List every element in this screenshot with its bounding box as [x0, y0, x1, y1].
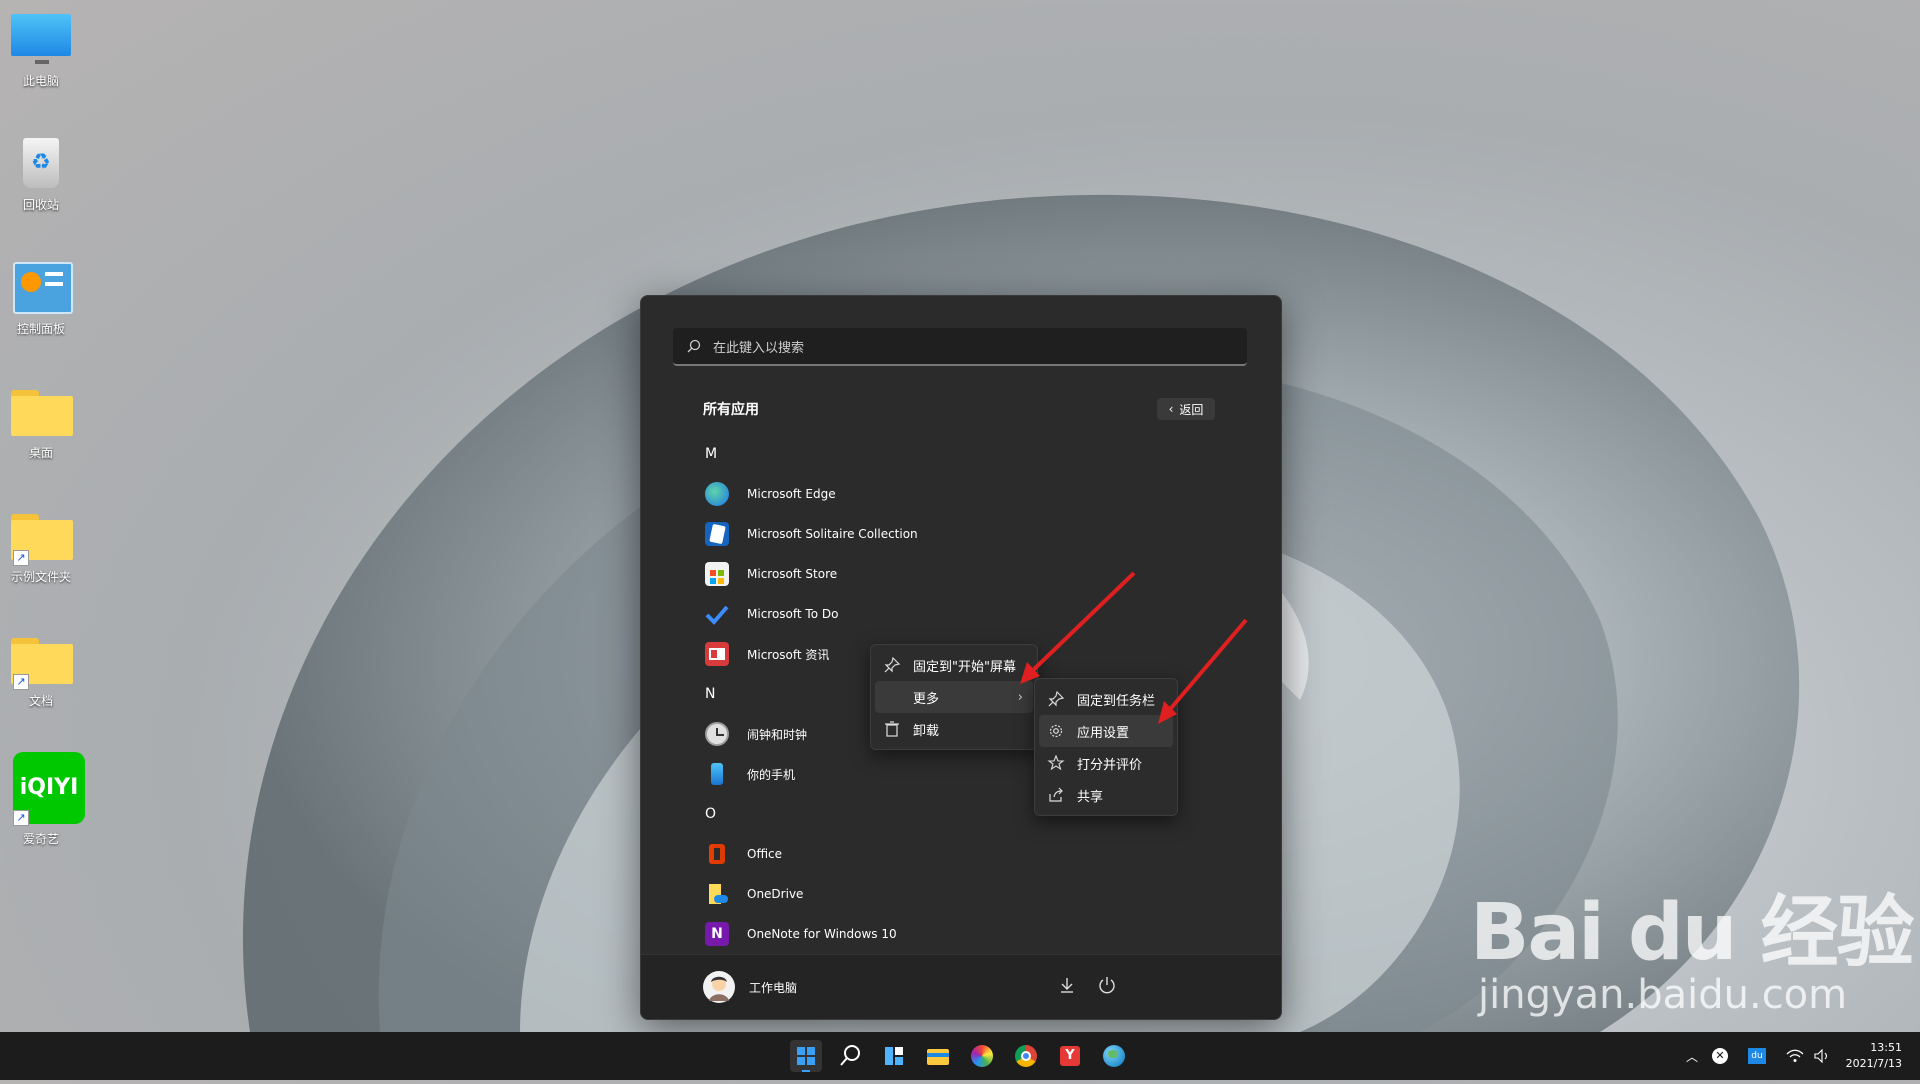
watermark-brand: Bai du 经验: [1470, 888, 1914, 978]
arrow-to-app-settings: [1164, 618, 1248, 716]
volume-icon[interactable]: [1814, 1049, 1830, 1063]
file-explorer-icon[interactable]: [922, 1040, 954, 1072]
yandex-browser-icon[interactable]: Y: [1054, 1040, 1086, 1072]
arrow-to-more: [1026, 571, 1136, 677]
taskbar: Y ︿ ✕ du 13:51 2021/7/13: [0, 1032, 1920, 1080]
baidu-watermark: Bai du 经验 jingyan.baidu.com: [1470, 870, 1914, 1018]
widgets-icon[interactable]: [878, 1040, 910, 1072]
ime-icon[interactable]: du: [1748, 1048, 1767, 1064]
clock[interactable]: 13:51 2021/7/13: [1846, 1040, 1902, 1072]
chevron-up-icon[interactable]: ︿: [1686, 1048, 1698, 1065]
color-app-icon[interactable]: [966, 1040, 998, 1072]
chrome-icon[interactable]: [1010, 1040, 1042, 1072]
network-globe-icon[interactable]: [1098, 1040, 1130, 1072]
wifi-icon[interactable]: [1786, 1049, 1804, 1063]
clock-date: 2021/7/13: [1845, 1057, 1902, 1070]
search-icon[interactable]: [834, 1040, 866, 1072]
start-button[interactable]: [790, 1040, 822, 1072]
system-tray: ︿ ✕ du: [1686, 1032, 1830, 1080]
clock-time: 13:51: [1870, 1041, 1902, 1054]
close-circle-icon[interactable]: ✕: [1712, 1048, 1729, 1064]
